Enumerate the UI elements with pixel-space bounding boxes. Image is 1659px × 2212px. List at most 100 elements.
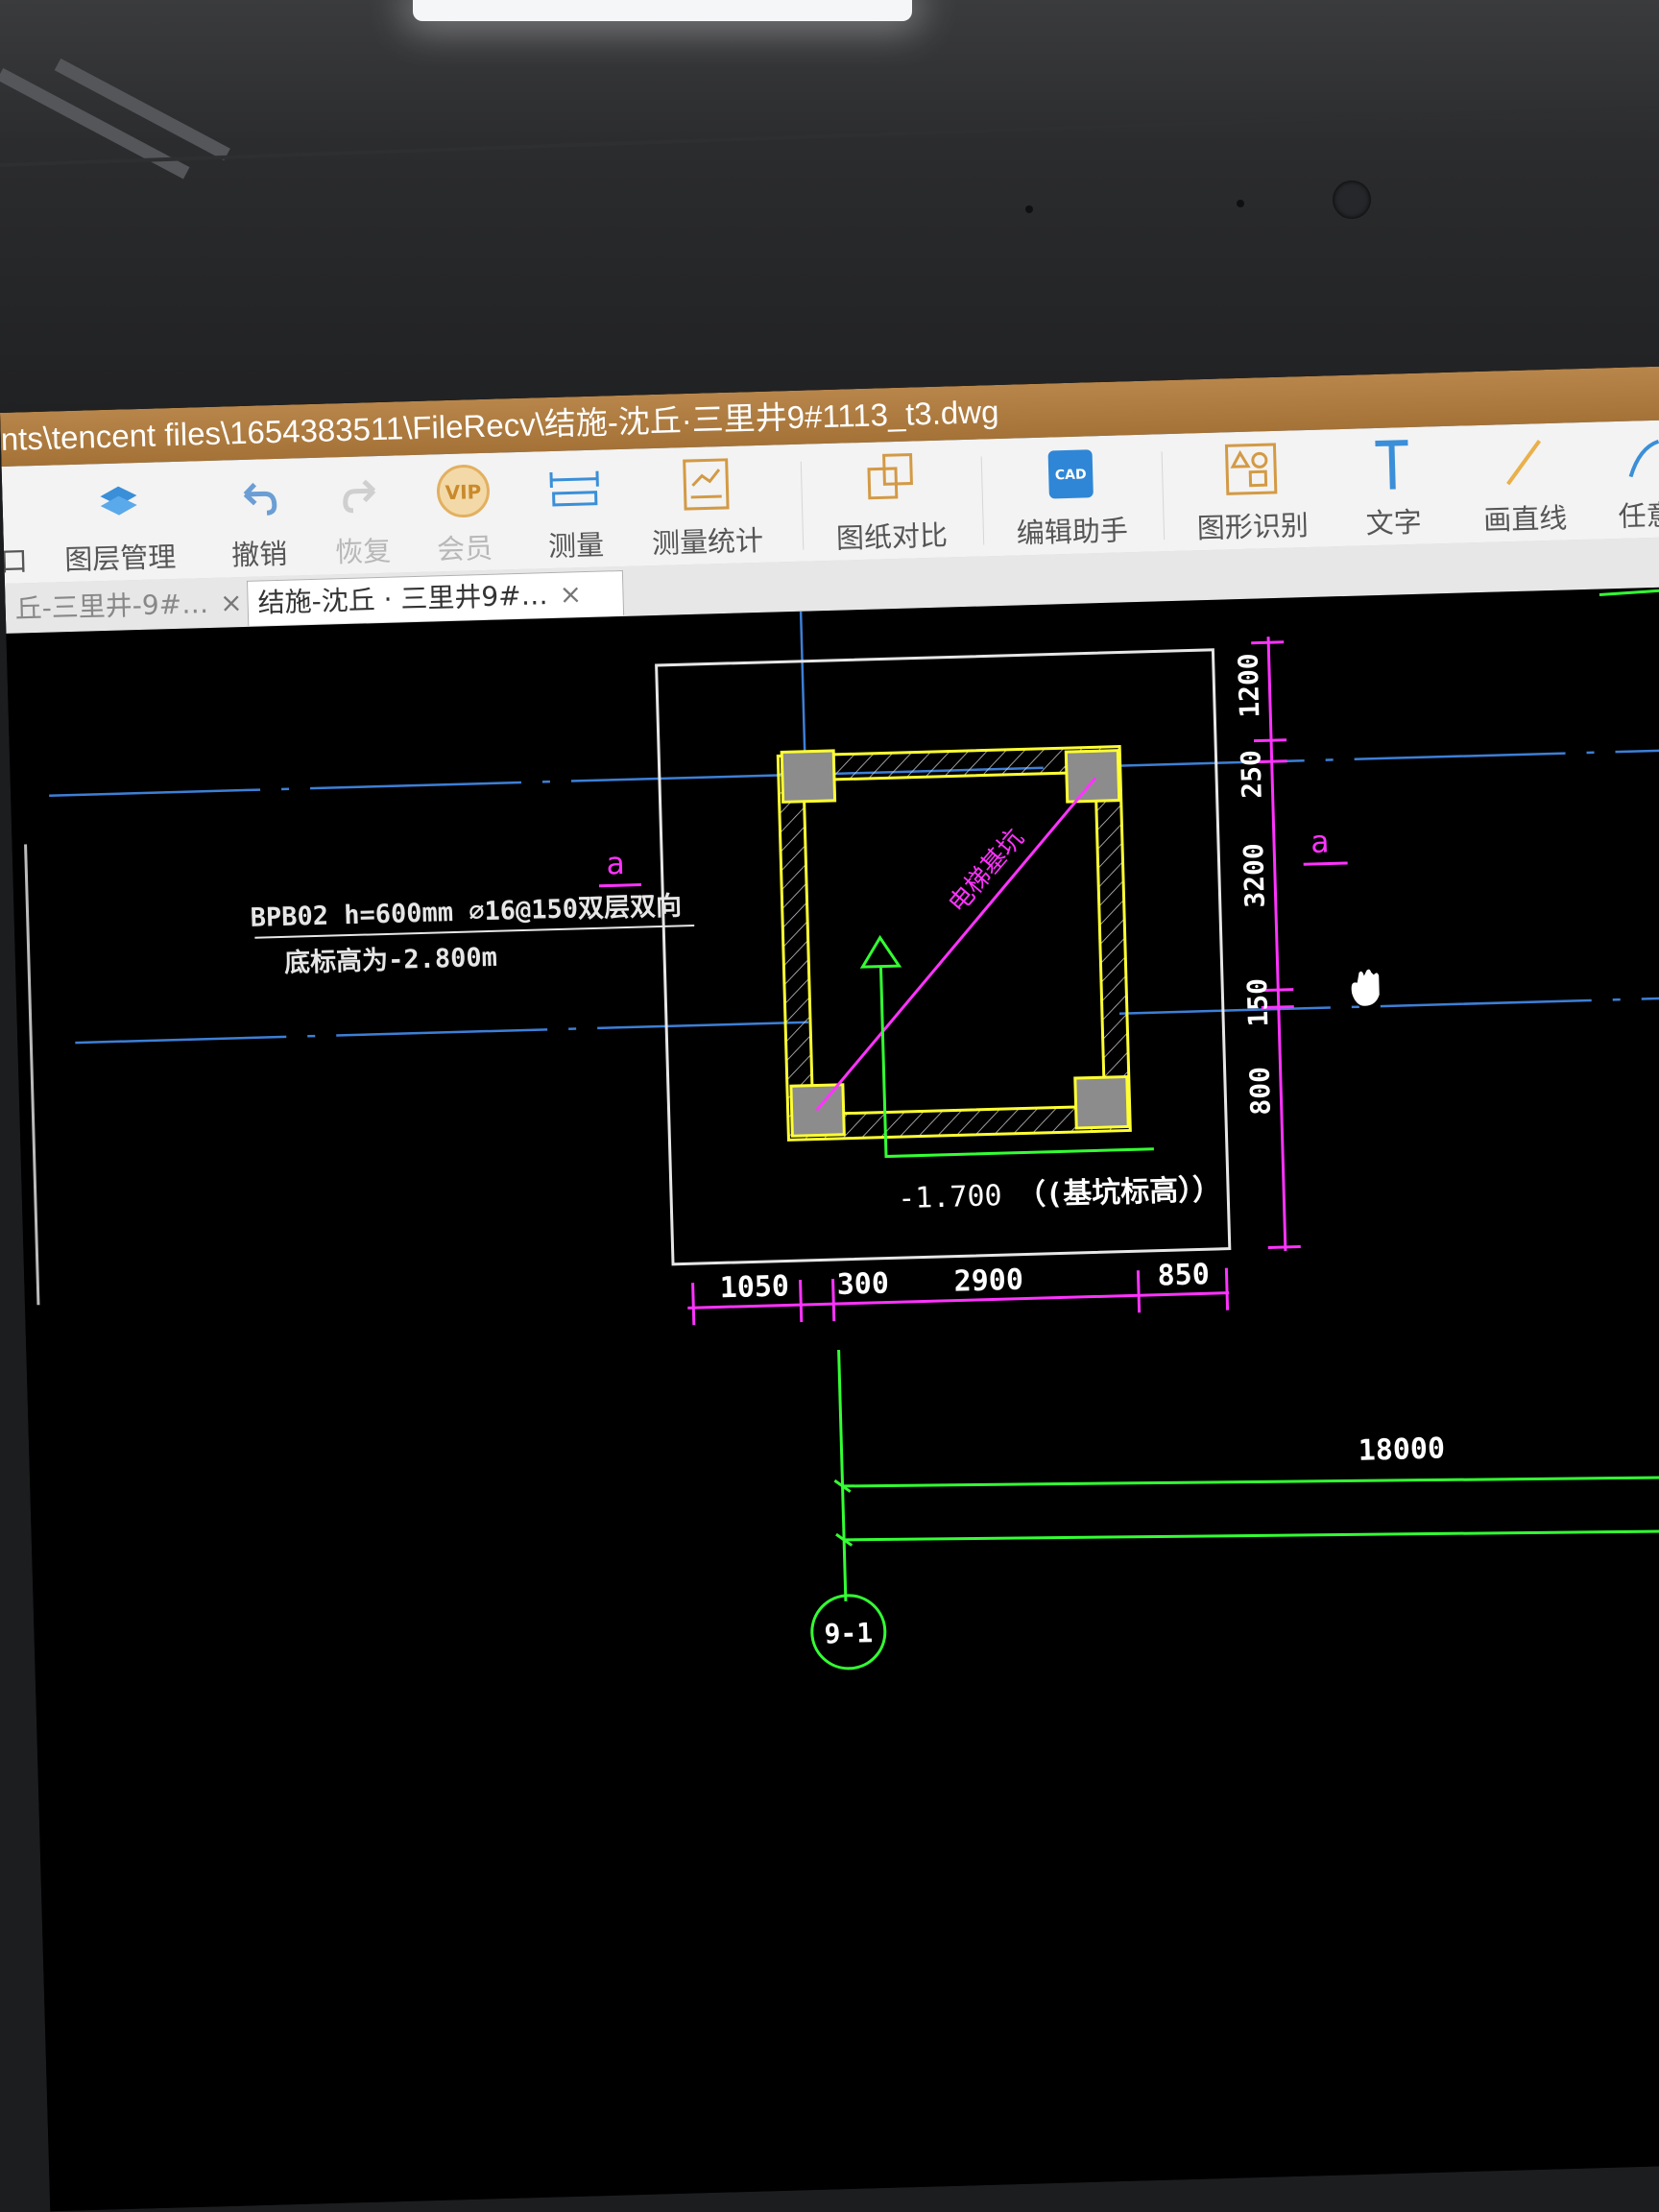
toolbar-label: 会员	[436, 531, 493, 566]
edit-assistant-icon: CAD	[1047, 449, 1094, 499]
axis-dimension-line	[842, 1475, 1659, 1488]
toolbar-separator	[800, 461, 805, 550]
dim-2900: 2900	[953, 1263, 1023, 1299]
toolbar-label: 撤销	[230, 537, 288, 572]
tab-label: 结施-沈丘 · 三里井9#…	[257, 579, 549, 619]
corner-column	[1064, 749, 1121, 804]
sensor-dot	[1237, 200, 1244, 207]
measure-icon	[549, 470, 599, 507]
toolbar-shape-recognition[interactable]: 图形识别	[1188, 438, 1315, 547]
dimension-line	[1266, 637, 1287, 1251]
toolbar-vip[interactable]: VIP 会员	[424, 460, 504, 567]
pit-walls	[776, 745, 1132, 1142]
undo-icon	[243, 482, 277, 516]
toolbar-label: 图纸对比	[835, 518, 949, 555]
sensor-dot	[1025, 205, 1033, 213]
offscreen-axis-fragment	[1599, 587, 1659, 597]
toolbar-compare[interactable]: 图纸对比	[827, 447, 954, 557]
axis-vertical	[837, 1349, 848, 1601]
dimension-tick	[1251, 640, 1285, 645]
toolbar-draw-line[interactable]: 画直线	[1470, 430, 1578, 539]
slab-note-line2: 底标高为-2.800m	[284, 942, 498, 978]
dim-250: 250	[1235, 750, 1267, 799]
toolbar-label: 口	[0, 544, 29, 579]
dimension-tick	[1267, 1245, 1301, 1249]
elevation-note: （(基坑标高））	[1017, 1173, 1222, 1213]
dim-150: 150	[1241, 978, 1274, 1027]
elevation-value: -1.700	[898, 1179, 1002, 1215]
tab-label: 丘-三里井-9#…	[14, 588, 209, 625]
close-icon[interactable]: ×	[220, 587, 243, 619]
section-underline	[598, 883, 642, 888]
toolbar-label: 测量	[547, 528, 605, 564]
vertical-dimensions	[1251, 637, 1301, 1251]
axis-lines	[833, 1349, 1659, 1601]
dim-1200: 1200	[1233, 653, 1266, 718]
toolbar-edit-assistant[interactable]: CAD 编辑助手	[1007, 443, 1135, 552]
text-icon	[1375, 440, 1408, 490]
cad-drawing: 电梯基坑 -1.700 （(基坑标高）） BPB02 h=600mm ⌀16@1…	[24, 587, 1659, 1671]
axis-extension-line	[844, 1528, 1659, 1542]
shape-recognition-icon	[1224, 443, 1278, 495]
tab-drawing-1[interactable]: 丘-三里井-9#… ×	[5, 580, 253, 632]
toolbar-measure[interactable]: 测量	[536, 457, 615, 565]
section-letter: a	[606, 845, 625, 882]
toolbar-label: 图层管理	[63, 540, 177, 577]
wall-inner	[802, 770, 1107, 1117]
dim-300: 300	[836, 1267, 889, 1302]
toolbar-separator	[1161, 451, 1166, 541]
toolbar-text[interactable]: 文字	[1353, 434, 1432, 541]
dimension-tick	[1136, 1270, 1142, 1313]
section-underline	[1303, 861, 1348, 866]
horizontal-dimension-text: 1050 300 2900 850	[719, 1258, 1210, 1305]
slab-note-line1: BPB02 h=600mm ⌀16@150双层双向	[250, 890, 682, 933]
redo-icon	[343, 479, 376, 514]
toolbar-undo[interactable]: 撤销	[219, 466, 299, 573]
dim-1050: 1050	[719, 1269, 789, 1305]
dim-18000: 18000	[1358, 1431, 1445, 1468]
dimension-tick	[1254, 738, 1287, 743]
section-letter: a	[1310, 824, 1329, 861]
square-icon	[0, 473, 33, 534]
measure-stats-icon	[683, 458, 730, 511]
toolbar-layer-manager[interactable]: 图层管理	[56, 469, 183, 579]
toolbar-label: 编辑助手	[1016, 514, 1129, 550]
toolbar-freehand[interactable]: 任意	[1610, 427, 1659, 535]
close-icon[interactable]: ×	[559, 578, 582, 611]
dimension-tick	[691, 1283, 696, 1326]
layers-icon	[100, 486, 137, 516]
toolbar-item-square[interactable]: 口	[0, 473, 34, 580]
cad-badge: CAD	[1055, 467, 1087, 483]
axis-label: 9-1	[824, 1617, 873, 1649]
ceiling-rail	[0, 105, 1659, 167]
pan-cursor-icon	[1350, 968, 1382, 1008]
compare-icon	[867, 452, 913, 500]
toolbar-measure-stats[interactable]: 测量统计	[643, 453, 771, 563]
dimension-tick	[831, 1279, 836, 1322]
vip-icon: VIP	[436, 465, 490, 518]
toolbar-redo[interactable]: 恢复	[323, 463, 402, 570]
line-icon	[1506, 440, 1542, 486]
toolbar-separator	[980, 456, 985, 545]
toolbar-label: 任意	[1618, 498, 1659, 533]
toolbar-label: 画直线	[1482, 501, 1568, 537]
section-mark-left: a	[598, 845, 642, 888]
toolbar-label: 图形识别	[1196, 509, 1310, 545]
webcam-icon	[1333, 180, 1371, 219]
section-mark-right: a	[1303, 824, 1348, 866]
cad-screen: nts\tencent files\1654383511\FileRecv\结施…	[0, 365, 1659, 2212]
left-panel-edge	[24, 844, 40, 1306]
toolbar-label: 文字	[1365, 505, 1423, 541]
dimension-tick	[1224, 1267, 1230, 1310]
freehand-icon	[1628, 439, 1659, 478]
corner-column	[1073, 1074, 1130, 1130]
dim-3200: 3200	[1238, 843, 1271, 908]
dim-800: 800	[1244, 1067, 1277, 1116]
drawing-canvas[interactable]: 电梯基坑 -1.700 （(基坑标高）） BPB02 h=600mm ⌀16@1…	[6, 586, 1659, 2212]
vip-badge: VIP	[445, 480, 481, 504]
ceiling-light	[413, 0, 912, 21]
toolbar-label: 测量统计	[651, 523, 764, 561]
dimension-tick	[799, 1280, 804, 1323]
monitor-bezel	[0, 0, 1659, 413]
toolbar-label: 恢复	[334, 534, 392, 569]
